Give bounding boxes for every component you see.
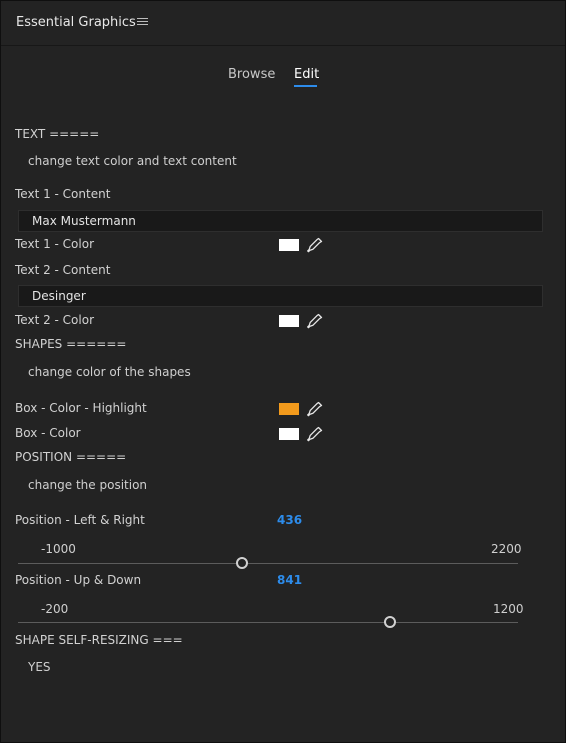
text1-content-input[interactable] xyxy=(19,211,542,231)
eyedropper-icon[interactable] xyxy=(307,401,323,417)
panel-header: Essential Graphics xyxy=(1,1,565,46)
shapes-section-description: change color of the shapes xyxy=(28,365,191,379)
box-color-label: Box - Color xyxy=(15,426,81,440)
text2-content-label: Text 2 - Content xyxy=(15,263,111,277)
eyedropper-icon[interactable] xyxy=(307,313,323,329)
position-left-right-value[interactable]: 436 xyxy=(277,513,302,527)
text1-content-field-container xyxy=(18,210,543,232)
position-left-right-label: Position - Left & Right xyxy=(15,513,145,527)
hamburger-menu-icon[interactable] xyxy=(137,17,150,27)
position-left-right-min: -1000 xyxy=(41,542,76,556)
position-up-down-min: -200 xyxy=(41,602,69,616)
section-header-position: POSITION ===== xyxy=(15,450,127,464)
position-up-down-max: 1200 xyxy=(493,602,524,616)
position-left-right-slider-track[interactable] xyxy=(18,563,518,564)
text2-color-label: Text 2 - Color xyxy=(15,313,95,327)
text1-color-label: Text 1 - Color xyxy=(15,237,95,251)
position-up-down-slider-thumb[interactable] xyxy=(383,616,396,628)
box-highlight-color-label: Box - Color - Highlight xyxy=(15,401,147,415)
box-highlight-color-swatch[interactable] xyxy=(279,403,299,415)
shape-self-resizing-value: YES xyxy=(28,660,51,674)
text2-content-field-container xyxy=(18,285,543,307)
text2-color-swatch[interactable] xyxy=(279,315,299,327)
position-left-right-max: 2200 xyxy=(491,542,522,556)
section-header-shapes: SHAPES ====== xyxy=(15,337,127,351)
text-section-description: change text color and text content xyxy=(28,154,237,168)
panel-title: Essential Graphics xyxy=(16,15,136,30)
tab-edit[interactable]: Edit xyxy=(294,67,319,82)
position-section-description: change the position xyxy=(28,478,148,492)
active-tab-indicator xyxy=(294,85,317,87)
essential-graphics-panel: Essential Graphics Browse Edit TEXT ====… xyxy=(0,0,566,743)
position-up-down-label: Position - Up & Down xyxy=(15,573,142,587)
position-up-down-slider-track[interactable] xyxy=(18,622,518,623)
text2-content-input[interactable] xyxy=(19,286,542,306)
text1-content-label: Text 1 - Content xyxy=(15,187,111,201)
tab-browse[interactable]: Browse xyxy=(228,67,275,82)
section-header-shape-self-resizing: SHAPE SELF-RESIZING === xyxy=(15,633,183,647)
position-up-down-value[interactable]: 841 xyxy=(277,573,302,587)
box-color-swatch[interactable] xyxy=(279,428,299,440)
text1-color-swatch[interactable] xyxy=(279,239,299,251)
position-left-right-slider-thumb[interactable] xyxy=(236,557,249,569)
eyedropper-icon[interactable] xyxy=(307,426,323,442)
eyedropper-icon[interactable] xyxy=(307,237,323,253)
section-header-text: TEXT ===== xyxy=(15,127,100,141)
